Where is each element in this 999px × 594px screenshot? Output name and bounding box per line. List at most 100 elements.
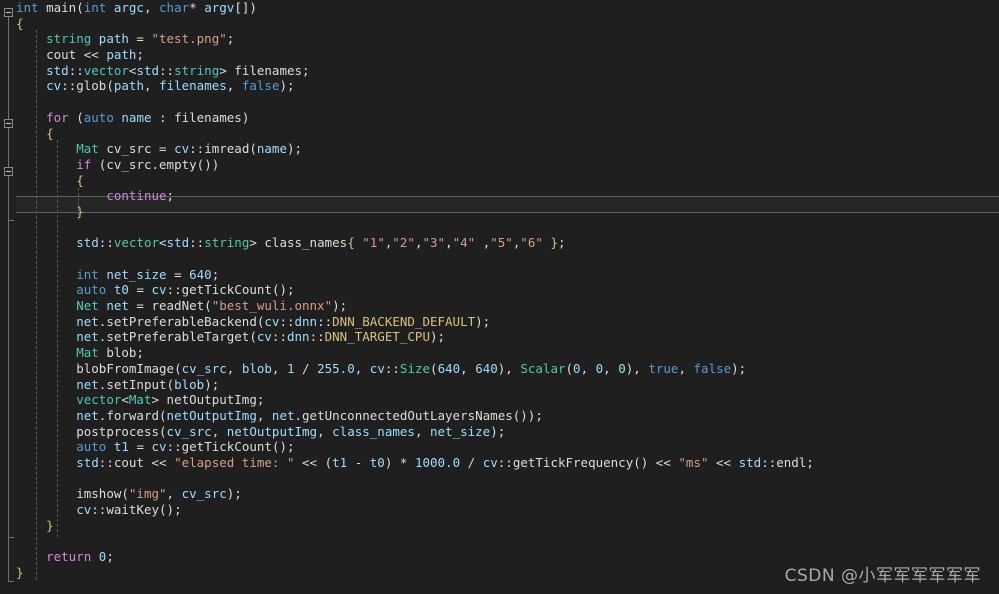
code-line[interactable]: }: [16, 565, 814, 581]
code-token: (: [106, 78, 114, 94]
code-token: false: [241, 78, 280, 94]
code-line[interactable]: [16, 251, 814, 267]
code-token: getTickCount: [181, 439, 272, 455]
code-line[interactable]: {: [16, 16, 814, 32]
fold-bracket-if: [8, 176, 9, 220]
code-token: "img": [128, 486, 167, 502]
code-token: class_names: [332, 423, 415, 439]
code-token: }: [542, 235, 558, 251]
code-line[interactable]: postprocess(cv_src, netOutputImg, class_…: [16, 424, 814, 440]
code-line[interactable]: {: [16, 126, 814, 142]
code-token: ;: [557, 235, 566, 251]
code-token: ,: [414, 423, 430, 439]
code-token: 640: [437, 360, 461, 376]
code-token: continue: [106, 188, 167, 204]
code-line[interactable]: Net net = readNet("best_wuli.onnx");: [16, 298, 814, 314]
code-line[interactable]: net.setPreferableTarget(cv::dnn::DNN_TAR…: [16, 329, 814, 345]
code-line[interactable]: std::cout << "elapsed time: " << (t1 - t…: [16, 455, 814, 471]
code-token: }: [46, 517, 54, 533]
code-token: net_size: [106, 266, 167, 282]
code-token: {: [46, 125, 54, 141]
code-token: ::: [271, 329, 287, 345]
code-line[interactable]: [16, 220, 814, 236]
code-token: *: [189, 0, 205, 15]
code-text-area[interactable]: int main(int argc, char* argv[]){ string…: [16, 0, 814, 580]
code-token: cv_src: [181, 486, 227, 502]
code-line[interactable]: return 0;: [16, 549, 814, 565]
code-line[interactable]: for (auto name : filenames): [16, 110, 814, 126]
code-line[interactable]: string path = "test.png";: [16, 31, 814, 47]
code-line[interactable]: if (cv_src.empty()): [16, 157, 814, 173]
code-line[interactable]: auto t0 = cv::getTickCount();: [16, 282, 814, 298]
code-token: cv_src: [106, 141, 152, 157]
code-token: "3": [422, 235, 446, 251]
code-line[interactable]: std::vector<std::string> class_names{ "1…: [16, 235, 814, 251]
code-line[interactable]: [16, 471, 814, 487]
fold-gutter[interactable]: [0, 0, 16, 594]
code-token: net_size: [430, 423, 491, 439]
code-token: int: [83, 0, 114, 15]
code-token: if: [76, 156, 92, 172]
code-line[interactable]: net.forward(netOutputImg, net.getUnconne…: [16, 408, 814, 424]
code-token: vector: [83, 62, 129, 78]
code-line[interactable]: int main(int argc, char* argv[]): [16, 0, 814, 16]
code-line[interactable]: continue;: [16, 188, 814, 204]
code-line[interactable]: cout << path;: [16, 47, 814, 63]
fold-toggle-for[interactable]: [4, 119, 13, 128]
code-line[interactable]: Mat cv_src = cv::imread(name);: [16, 141, 814, 157]
code-token: ::: [166, 439, 182, 455]
code-token: "1": [362, 235, 385, 251]
code-token: getUnconnectedOutLayersNames: [302, 407, 513, 423]
code-token: postprocess: [76, 423, 160, 439]
code-token: (: [174, 360, 182, 376]
code-token: ::: [317, 313, 333, 329]
code-line[interactable]: }: [16, 518, 814, 534]
code-token: cv: [369, 360, 385, 376]
code-line[interactable]: }: [16, 204, 814, 220]
code-token: argv: [204, 0, 235, 15]
code-token: ,: [226, 78, 242, 94]
code-line[interactable]: Mat blob;: [16, 345, 814, 361]
code-editor[interactable]: int main(int argc, char* argv[]){ string…: [0, 0, 999, 594]
code-token: {: [76, 172, 84, 188]
code-token: >: [151, 392, 167, 408]
code-line[interactable]: net.setInput(blob);: [16, 377, 814, 393]
code-token: std: [136, 62, 160, 78]
code-line[interactable]: {: [16, 173, 814, 189]
code-token: ();: [271, 439, 295, 455]
code-token: ;: [302, 62, 310, 78]
code-token: net: [76, 329, 99, 345]
code-token: blob: [174, 376, 205, 392]
code-token: "5": [490, 235, 513, 251]
code-token: ,: [678, 360, 694, 376]
code-token: ::: [61, 78, 77, 94]
code-line[interactable]: int net_size = 640;: [16, 267, 814, 283]
code-token: .: [294, 407, 303, 423]
code-token: setInput: [106, 376, 167, 392]
fold-toggle-main[interactable]: [4, 8, 13, 17]
code-line[interactable]: [16, 533, 814, 549]
code-token: -: [347, 454, 370, 470]
code-token: int: [76, 266, 99, 282]
code-line[interactable]: vector<Mat> netOutputImg;: [16, 392, 814, 408]
code-token: ::: [68, 62, 84, 78]
code-line[interactable]: blobFromImage(cv_src, blob, 1 / 255.0, c…: [16, 361, 814, 377]
code-token: <: [159, 235, 167, 251]
code-line[interactable]: net.setPreferableBackend(cv::dnn::DNN_BA…: [16, 314, 814, 330]
code-token: Size: [399, 360, 431, 376]
code-token: ;: [136, 345, 144, 361]
code-line[interactable]: cv::waitKey();: [16, 502, 814, 518]
code-line[interactable]: cv::glob(path, filenames, false);: [16, 78, 814, 94]
code-line[interactable]: imshow("img", cv_src);: [16, 486, 814, 502]
fold-toggle-if[interactable]: [4, 167, 13, 176]
code-token: ());: [512, 407, 543, 423]
code-line[interactable]: auto t1 = cv::getTickCount();: [16, 439, 814, 455]
code-token: (: [121, 486, 129, 502]
code-token: cv: [151, 282, 167, 298]
code-line[interactable]: std::vector<std::string> filenames;: [16, 63, 814, 79]
code-line[interactable]: [16, 94, 814, 110]
